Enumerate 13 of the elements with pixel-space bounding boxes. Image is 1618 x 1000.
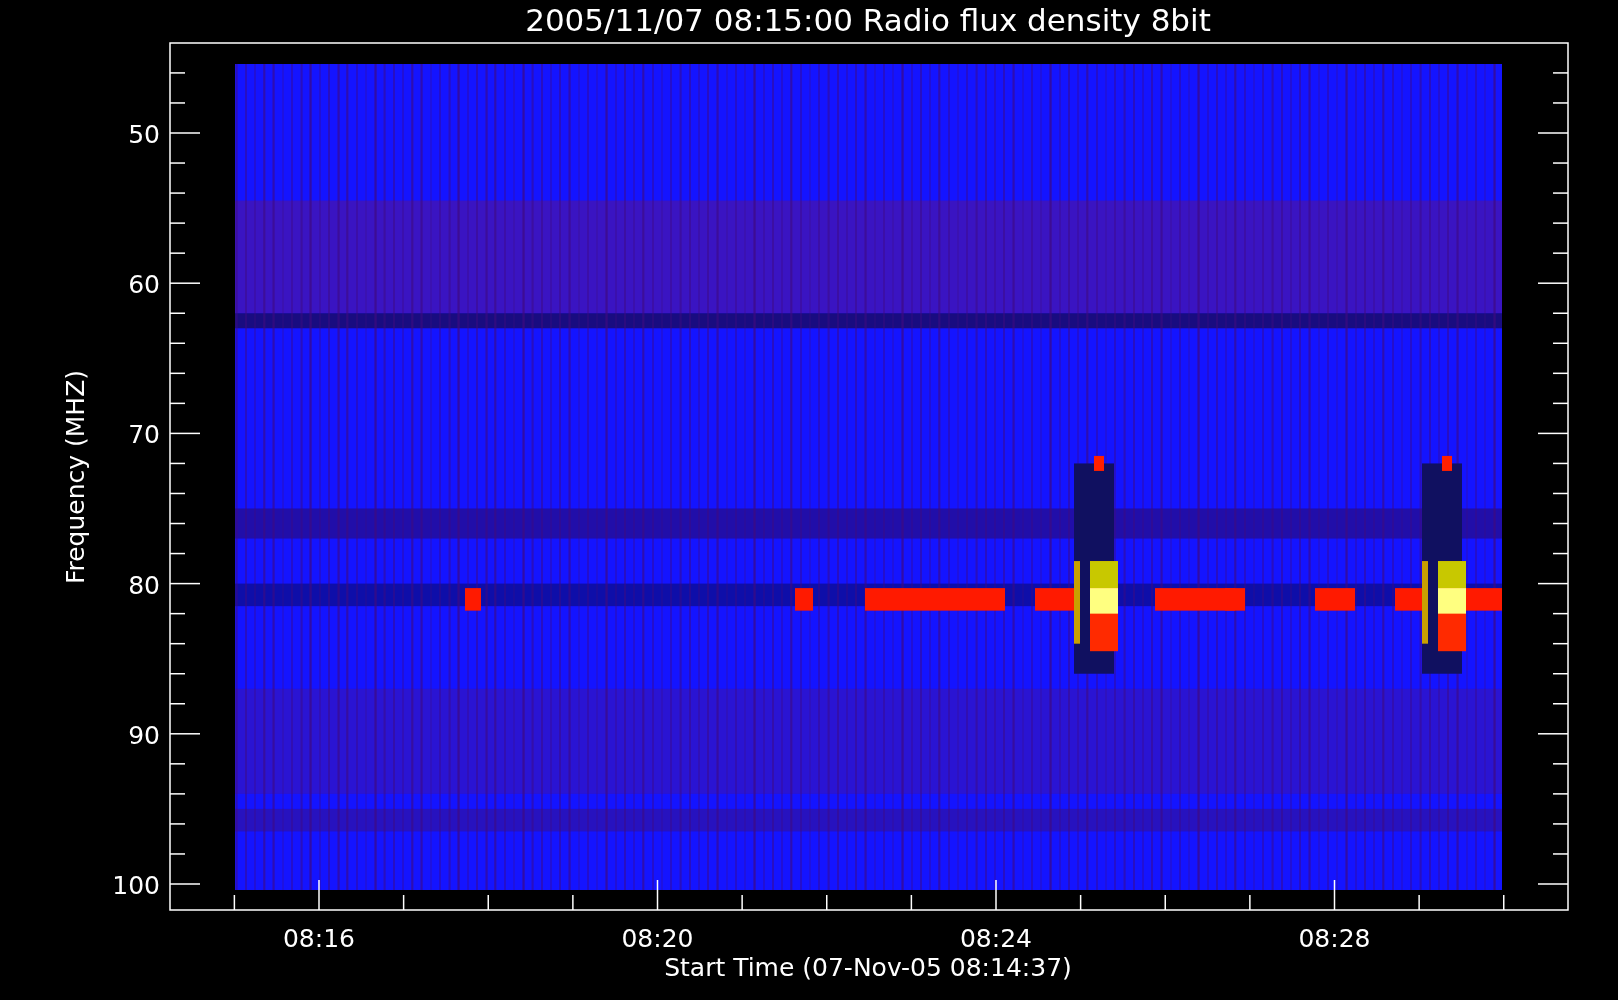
y-tick-label: 50 — [128, 120, 160, 149]
y-axis-label: Frequency (MHZ) — [61, 369, 90, 585]
y-tick-label: 100 — [112, 871, 160, 900]
x-axis-label: Start Time (07-Nov-05 08:14:37) — [664, 953, 1072, 982]
y-tick-label: 80 — [128, 570, 160, 600]
y-tick-label: 90 — [128, 720, 160, 750]
y-tick-label: 60 — [128, 270, 160, 300]
y-tick-label: 70 — [128, 420, 160, 450]
x-tick-label: 08:16 — [283, 924, 355, 953]
x-tick-label: 08:28 — [1298, 924, 1371, 953]
x-tick-label: 08:24 — [960, 924, 1032, 953]
chart-title: 2005/11/07 08:15:00 Radio flux density 8bit — [525, 2, 1211, 38]
x-tick-label: 08:20 — [621, 924, 694, 953]
